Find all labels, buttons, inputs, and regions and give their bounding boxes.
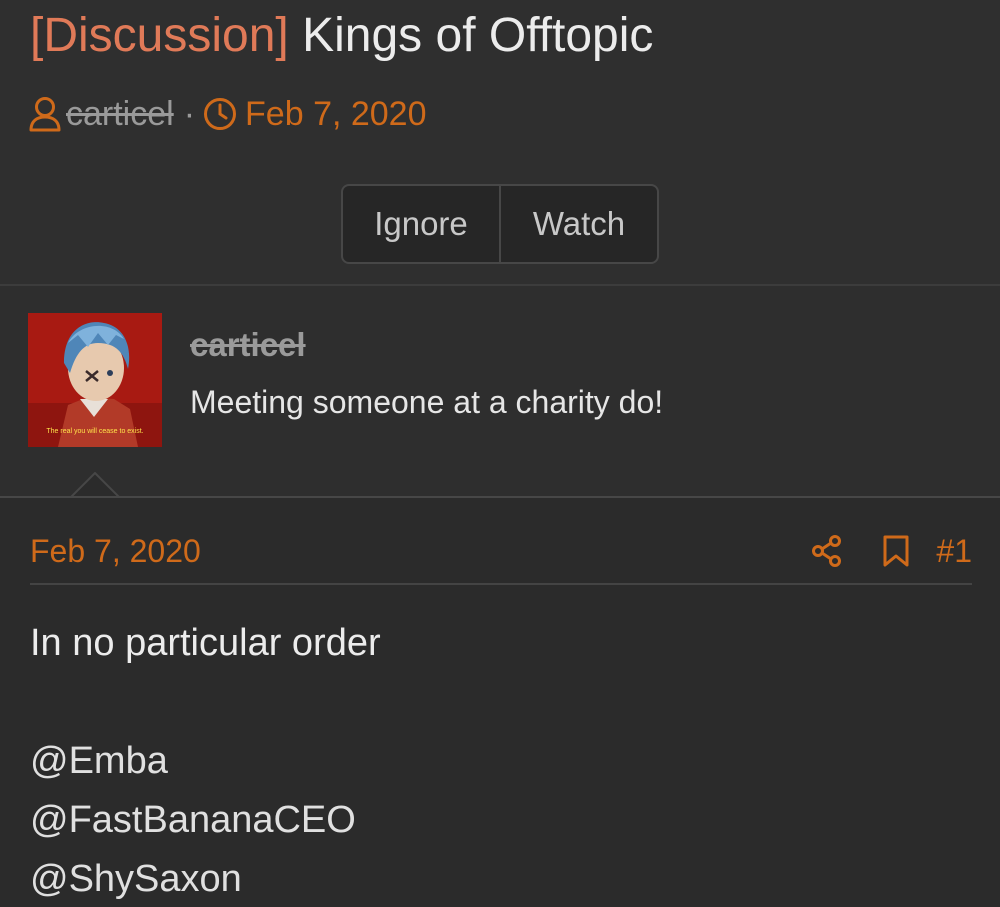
meta-separator: ·	[183, 94, 196, 133]
thread-title-text: Kings of Offtopic	[302, 9, 654, 62]
avatar[interactable]: The real you will cease to exist.	[28, 313, 162, 447]
bookmark-icon[interactable]	[882, 535, 910, 567]
post-divider	[30, 583, 972, 585]
mention-link[interactable]: @Emba	[30, 738, 970, 784]
post-actions: #1	[810, 530, 972, 572]
thread-header: [Discussion] Kings of Offtopic carticel …	[0, 0, 1000, 284]
mention-link[interactable]: @FastBananaCEO	[30, 797, 970, 843]
user-title: Meeting someone at a charity do!	[190, 384, 664, 420]
share-icon[interactable]	[810, 534, 844, 568]
post-user-block: The real you will cease to exist. cartic…	[0, 286, 1000, 496]
clock-icon	[203, 97, 237, 131]
page: [Discussion] Kings of Offtopic carticel …	[0, 0, 1000, 907]
ignore-button[interactable]: Ignore	[343, 186, 499, 262]
post-username[interactable]: carticel	[190, 326, 306, 364]
thread-date-link[interactable]: Feb 7, 2020	[245, 95, 426, 134]
user-icon	[28, 96, 62, 132]
thread-meta: carticel · Feb 7, 2020	[28, 94, 427, 134]
mention-link[interactable]: @ShySaxon	[30, 856, 970, 902]
watch-button[interactable]: Watch	[499, 186, 657, 262]
thread-title: [Discussion] Kings of Offtopic	[30, 6, 653, 66]
post-header: Feb 7, 2020 #1	[30, 530, 972, 572]
post-body: In no particular order @Emba @FastBanana…	[30, 620, 970, 902]
thread-prefix[interactable]: [Discussion]	[30, 9, 289, 62]
thread-actions: Ignore Watch	[341, 184, 659, 264]
post-intro: In no particular order	[30, 622, 381, 664]
post-pointer-arrow	[70, 472, 120, 498]
post-date-link[interactable]: Feb 7, 2020	[30, 530, 201, 572]
avatar-caption: The real you will cease to exist.	[46, 428, 144, 435]
post-number-link[interactable]: #1	[936, 533, 972, 570]
thread-author-link[interactable]: carticel	[66, 95, 174, 134]
user-block-divider	[0, 496, 1000, 498]
